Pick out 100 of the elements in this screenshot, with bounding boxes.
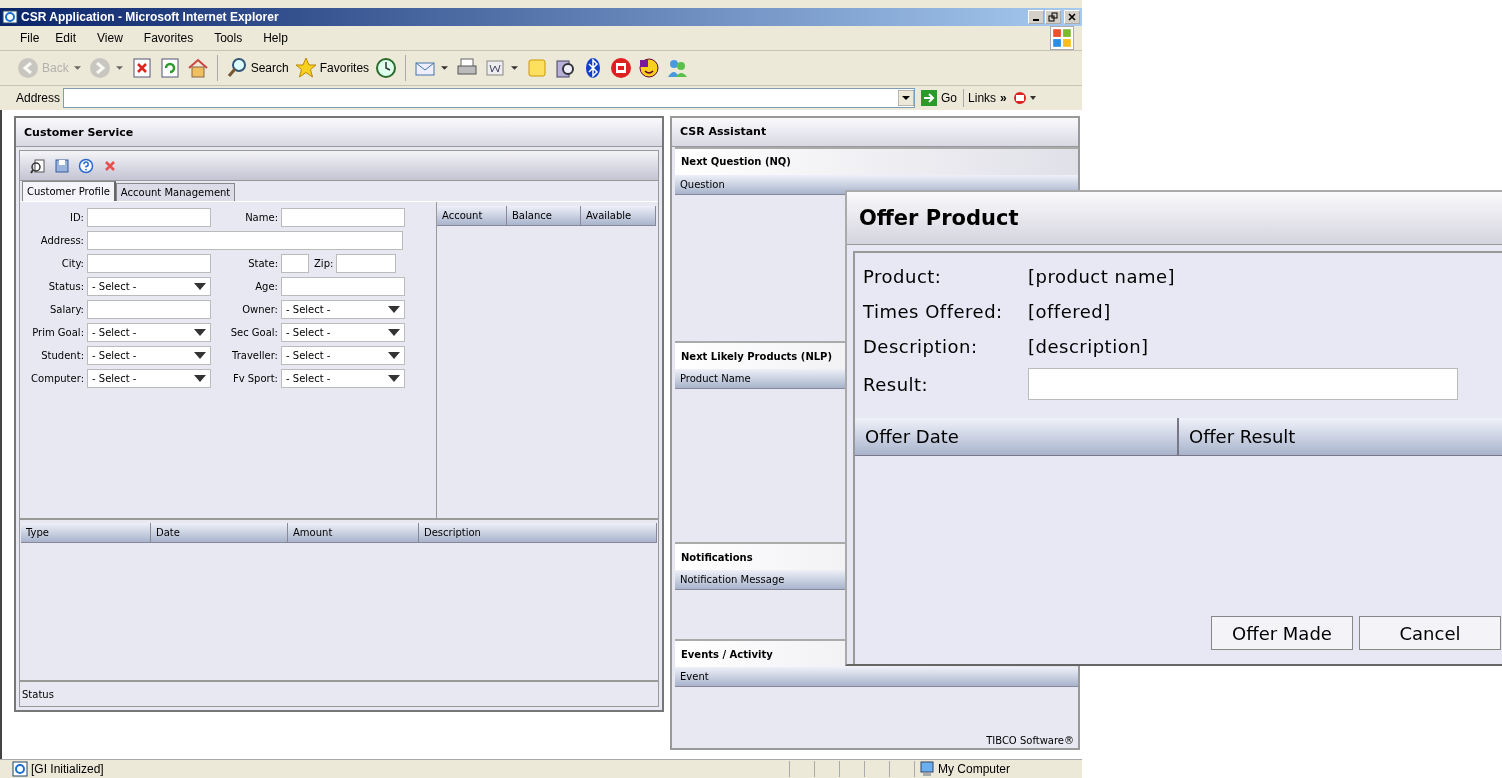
minimize-button[interactable] xyxy=(1028,10,1044,24)
input-field[interactable] xyxy=(87,231,403,250)
zone-label: My Computer xyxy=(938,762,1011,776)
column-header[interactable]: Offer Result xyxy=(1179,418,1502,456)
column-header[interactable]: Account xyxy=(437,206,507,226)
note-icon xyxy=(526,57,549,79)
caret-icon xyxy=(388,351,400,360)
minimize-icon xyxy=(1033,19,1039,21)
select-field[interactable]: - Select - xyxy=(281,346,405,365)
input-field[interactable] xyxy=(281,208,405,227)
field-label: Student: xyxy=(40,350,85,361)
messenger-icon xyxy=(638,57,661,79)
caret-icon xyxy=(388,305,400,314)
field-label: Traveller: xyxy=(231,350,279,361)
home-icon xyxy=(186,57,209,79)
dialog-title: Offer Product xyxy=(847,192,1502,245)
field-value: [product name] xyxy=(1028,266,1176,287)
input-field[interactable] xyxy=(281,277,405,296)
history-button[interactable] xyxy=(374,56,399,80)
caret-icon xyxy=(194,282,206,291)
caret-icon xyxy=(115,65,123,71)
field-label: Computer: xyxy=(30,373,85,384)
field-label: ID: xyxy=(68,212,85,223)
address-field[interactable] xyxy=(63,88,916,108)
tab[interactable]: Account Management xyxy=(115,183,236,201)
panel-title: CSR Assistant xyxy=(672,118,1078,147)
select-field[interactable]: - Select - xyxy=(281,323,405,342)
select-field[interactable]: - Select - xyxy=(87,369,211,388)
select-field[interactable]: - Select - xyxy=(87,277,211,296)
input-field[interactable] xyxy=(1028,368,1458,400)
field-label: Status: xyxy=(47,281,85,292)
links-button[interactable]: Links xyxy=(964,91,1001,105)
field-value: [offered] xyxy=(1028,301,1111,322)
field-label: Result: xyxy=(863,373,930,395)
restore-button[interactable] xyxy=(1045,10,1061,24)
menu-item[interactable]: Edit xyxy=(55,31,77,45)
caret-icon xyxy=(194,351,206,360)
select-field[interactable]: - Select - xyxy=(281,369,405,388)
restore-icon xyxy=(1048,12,1058,22)
select-field[interactable]: - Select - xyxy=(87,323,211,342)
menu-item[interactable]: View xyxy=(97,31,123,45)
status-message: [GI Initialized] xyxy=(31,762,105,776)
column-header[interactable]: Date xyxy=(151,523,288,543)
field-label: State: xyxy=(247,258,279,269)
close-button[interactable] xyxy=(1064,10,1080,24)
messenger-button[interactable] xyxy=(637,56,662,80)
field-label: Fv Sport: xyxy=(231,373,279,384)
field-label: City: xyxy=(60,258,85,269)
input-field[interactable] xyxy=(336,254,397,273)
windows-logo-icon xyxy=(1050,26,1074,50)
input-field[interactable] xyxy=(281,254,309,273)
column-header[interactable]: Event xyxy=(675,667,1078,688)
more-chevron[interactable]: » xyxy=(1000,91,1007,105)
caret-icon xyxy=(388,328,400,337)
column-header[interactable]: Type xyxy=(21,523,151,543)
select-field[interactable]: - Select - xyxy=(87,346,211,365)
footer-text: TIBCO Software® xyxy=(985,735,1075,748)
input-field[interactable] xyxy=(87,208,211,227)
arrow-icon xyxy=(921,90,938,106)
caret-icon xyxy=(441,65,449,71)
forward-icon xyxy=(88,57,111,79)
find-icon xyxy=(30,157,46,174)
stop-icon xyxy=(130,57,153,79)
field-label: Zip: xyxy=(313,258,335,269)
caret-icon xyxy=(194,328,206,337)
input-field[interactable] xyxy=(87,300,211,319)
go-button[interactable]: Go xyxy=(915,90,964,106)
menu-item[interactable]: File xyxy=(20,31,40,45)
dialog-button[interactable]: Offer Made xyxy=(1211,616,1353,650)
column-header[interactable]: Amount xyxy=(288,523,419,543)
column-header[interactable]: Available xyxy=(581,206,656,226)
menu-item[interactable]: Favorites xyxy=(143,31,194,45)
caret-icon[interactable] xyxy=(898,90,915,106)
column-header[interactable]: Balance xyxy=(507,206,581,226)
column-header[interactable]: Description xyxy=(419,523,657,543)
caret-icon xyxy=(194,374,206,383)
caret-icon xyxy=(511,65,519,71)
page-icon xyxy=(12,761,28,777)
dialog-button[interactable]: Cancel xyxy=(1359,616,1501,650)
search-button[interactable]: Search xyxy=(224,56,290,80)
search-icon xyxy=(225,57,248,79)
column-header[interactable]: Offer Date xyxy=(855,418,1179,456)
field-label: Owner: xyxy=(241,304,279,315)
panel-title: Customer Service xyxy=(16,118,662,147)
field-label: Name: xyxy=(244,212,279,223)
menu-item[interactable]: Help xyxy=(263,31,288,45)
select-field[interactable]: - Select - xyxy=(281,300,405,319)
field-label: Sec Goal: xyxy=(229,327,279,338)
menu-item[interactable]: Tools xyxy=(214,31,243,45)
save-icon xyxy=(54,157,70,174)
address-label: Address xyxy=(16,91,61,105)
field-label: Product: xyxy=(863,266,943,287)
favorites-button[interactable]: Favorites xyxy=(293,56,371,80)
field-label: Prim Goal: xyxy=(31,327,85,338)
history-icon xyxy=(375,57,398,79)
field-label: Age: xyxy=(254,281,279,292)
input-field[interactable] xyxy=(87,254,211,273)
tab[interactable]: Customer Profile xyxy=(22,181,116,201)
caret-icon xyxy=(388,374,400,383)
help-icon xyxy=(78,157,94,174)
